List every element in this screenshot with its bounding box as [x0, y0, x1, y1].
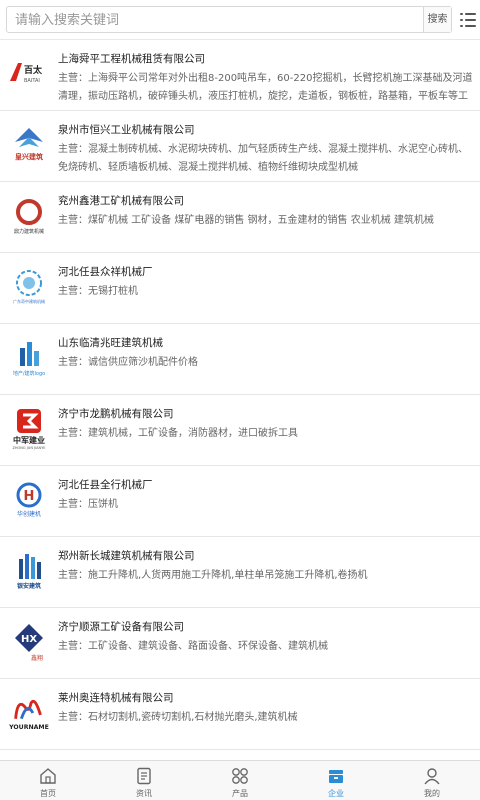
- company-list: 百太 BAITAI 上海舜平工程机械租赁有限公司 主营：上海舜平公司常年对外出租…: [0, 40, 480, 760]
- svg-text:华创建机: 华创建机: [17, 510, 41, 518]
- company-name[interactable]: 山东临清兆旺建筑机械: [58, 335, 163, 350]
- svg-text:地产/建筑logo: 地产/建筑logo: [13, 370, 45, 377]
- company-name[interactable]: 兖州鑫港工矿机械有限公司: [58, 193, 184, 208]
- company-logo: H 华创建机: [8, 478, 50, 522]
- company-name[interactable]: 莱州奥连特机械有限公司: [58, 690, 174, 705]
- company-desc: 主营：工矿设备、建筑设备、路面设备、环保设备、建筑机械: [58, 641, 328, 652]
- bottom-tab-bar: 首页 资讯 产品 企业 我的: [0, 760, 480, 800]
- company-logo: 银安建筑: [8, 549, 50, 593]
- svg-text:中军建业: 中军建业: [13, 435, 45, 445]
- tab-label: 资讯: [136, 789, 152, 798]
- company-item[interactable]: 地产/建筑logo 山东临清兆旺建筑机械 主营：诚信供应筛沙机配件价格: [0, 324, 480, 395]
- company-item[interactable]: 皇兴建筑 泉州市恒兴工业机械有限公司 主营：混凝土制砖机械、水泥砌块砖机、加气轻…: [0, 111, 480, 182]
- company-item[interactable]: H 华创建机 河北任县全行机械厂 主营：压饼机: [0, 466, 480, 537]
- svg-text:BAITAI: BAITAI: [24, 78, 40, 84]
- building-icon: [329, 770, 343, 783]
- company-item[interactable]: 广东奇中建筑机械 河北任县众祥机械厂 主营：无锡打桩机: [0, 253, 480, 324]
- svg-text:YOURNAME: YOURNAME: [8, 724, 49, 731]
- company-logo: YOURNAME: [8, 691, 50, 735]
- svg-text:广东奇中建筑机械: 广东奇中建筑机械: [13, 298, 45, 304]
- company-name[interactable]: 济宁市龙鹏机械有限公司: [58, 406, 174, 421]
- company-name[interactable]: 泉州市恒兴工业机械有限公司: [58, 122, 195, 137]
- company-desc: 主营：诚信供应筛沙机配件价格: [58, 357, 198, 368]
- svg-text:ZHONG JUN JIANYE: ZHONG JUN JIANYE: [13, 446, 46, 450]
- company-logo: HX 鑫翔: [8, 620, 50, 664]
- company-desc: 主营：压饼机: [58, 499, 118, 510]
- svg-text:HX: HX: [21, 634, 37, 645]
- tab-news[interactable]: 资讯: [96, 761, 192, 800]
- company-logo: 百太 BAITAI: [8, 52, 50, 96]
- company-item[interactable]: 鼎力建筑机械 兖州鑫港工矿机械有限公司 主营：煤矿机械 工矿设备 煤矿电器的销售…: [0, 182, 480, 253]
- company-desc: 主营：混凝土制砖机械、水泥砌块砖机、加气轻质砖生产线、混凝土搅拌机、水泥空心砖机…: [58, 144, 468, 173]
- tab-label: 企业: [328, 789, 344, 798]
- company-name[interactable]: 郑州新长城建筑机械有限公司: [58, 548, 195, 563]
- company-item[interactable]: 百太 BAITAI 上海舜平工程机械租赁有限公司 主营：上海舜平公司常年对外出租…: [0, 40, 480, 111]
- search-button[interactable]: 搜索: [423, 7, 451, 32]
- svg-text:皇兴建筑: 皇兴建筑: [15, 152, 43, 161]
- company-name[interactable]: 河北任县众祥机械厂: [58, 264, 153, 279]
- tab-label: 我的: [424, 789, 440, 798]
- company-logo: 广东奇中建筑机械: [8, 265, 50, 309]
- tab-companies[interactable]: 企业: [288, 761, 384, 800]
- search-box: 搜索: [6, 6, 452, 33]
- search-input[interactable]: [15, 11, 415, 29]
- company-desc: 主营：煤矿机械 工矿设备 煤矿电器的销售 钢材，五金建材的销售 农业机械 建筑机…: [58, 215, 434, 226]
- company-logo: 地产/建筑logo: [8, 336, 50, 380]
- company-logo: 鼎力建筑机械: [8, 194, 50, 238]
- tab-label: 产品: [232, 789, 248, 798]
- home-icon: [40, 768, 56, 784]
- svg-text:百太: 百太: [24, 64, 43, 76]
- svg-text:H: H: [24, 489, 35, 504]
- tab-profile[interactable]: 我的: [384, 761, 480, 800]
- menu-list-icon[interactable]: [460, 12, 476, 28]
- user-icon: [424, 768, 440, 785]
- document-icon: [137, 767, 151, 785]
- svg-text:鼎力建筑机械: 鼎力建筑机械: [14, 228, 44, 235]
- company-logo: 皇兴建筑: [8, 123, 50, 167]
- company-item[interactable]: HX 鑫翔 济宁顺源工矿设备有限公司 主营：工矿设备、建筑设备、路面设备、环保设…: [0, 608, 480, 679]
- grid-icon: [232, 768, 248, 784]
- svg-text:银安建筑: 银安建筑: [17, 582, 41, 590]
- company-name[interactable]: 上海舜平工程机械租赁有限公司: [58, 51, 205, 66]
- tab-label: 首页: [40, 789, 56, 798]
- svg-text:鑫翔: 鑫翔: [31, 654, 43, 662]
- tab-home[interactable]: 首页: [0, 761, 96, 800]
- company-item[interactable]: 银安建筑 郑州新长城建筑机械有限公司 主营：施工升降机,人货两用施工升降机,单柱…: [0, 537, 480, 608]
- company-desc: 主营：无锡打桩机: [58, 286, 138, 297]
- company-desc: 主营：上海舜平公司常年对外出租8-200吨吊车，60-220挖掘机，长臂挖机施工…: [58, 73, 473, 102]
- company-item[interactable]: 中军建业 ZHONG JUN JIANYE 济宁市龙鹏机械有限公司 主营：建筑机…: [0, 395, 480, 466]
- company-name[interactable]: 济宁顺源工矿设备有限公司: [58, 619, 184, 634]
- tab-products[interactable]: 产品: [192, 761, 288, 800]
- company-desc: 主营：施工升降机,人货两用施工升降机,单柱单吊笼施工升降机,卷扬机: [58, 570, 368, 581]
- company-item[interactable]: YOURNAME 莱州奥连特机械有限公司 主营：石材切割机,瓷砖切割机,石材抛光…: [0, 679, 480, 750]
- company-desc: 主营：石材切割机,瓷砖切割机,石材抛光磨头,建筑机械: [58, 712, 298, 723]
- company-desc: 主营：建筑机械，工矿设备，消防器材，进口破拆工具: [58, 428, 298, 439]
- company-name[interactable]: 河北任县全行机械厂: [58, 477, 153, 492]
- company-logo: 中军建业 ZHONG JUN JIANYE: [8, 407, 50, 451]
- top-bar: 搜索: [0, 0, 480, 40]
